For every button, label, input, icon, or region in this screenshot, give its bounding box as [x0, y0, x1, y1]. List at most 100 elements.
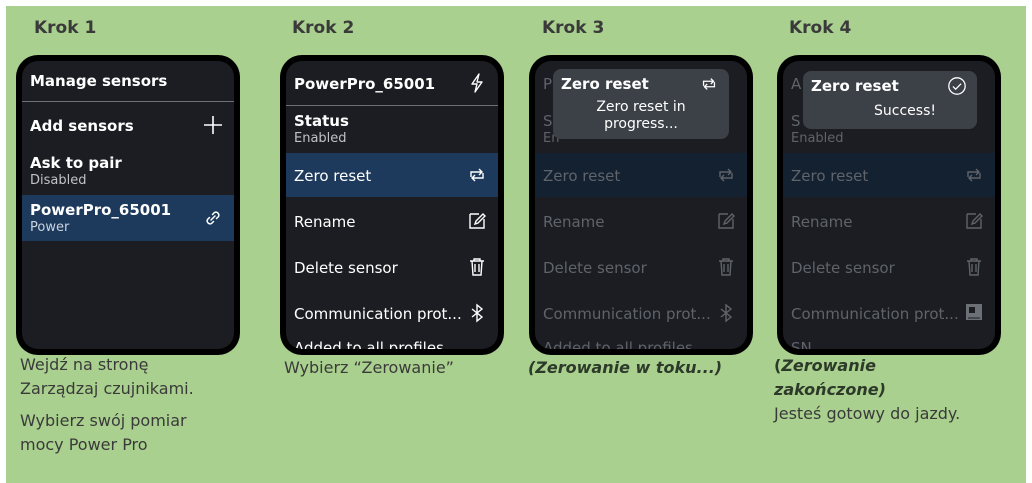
communication-label: Communication prot...	[543, 305, 711, 323]
popup-message-line1: Zero reset in	[596, 99, 686, 115]
rename-item[interactable]: Rename	[286, 199, 498, 243]
zero-reset-success-popup: Zero reset Success!	[803, 71, 977, 129]
sensor-type: Power	[30, 220, 70, 235]
step-1-title: Krok 1	[34, 18, 97, 38]
header-divider	[286, 105, 498, 106]
device-screen-3: P S En Zero reset Rename Delete sensor C…	[529, 55, 753, 355]
zero-reset-item: Zero reset	[783, 153, 995, 197]
add-sensors-label: Add sensors	[30, 117, 134, 135]
trash-icon	[719, 258, 733, 276]
device-screen-4: A S Enabled Zero reset Rename Delete sen…	[777, 55, 1001, 355]
sensor-name: PowerPro_65001	[30, 201, 172, 219]
screen-header: PowerPro_65001	[286, 61, 498, 105]
popup-message-line2: progress...	[604, 116, 678, 132]
delete-sensor-label: Delete sensor	[294, 259, 398, 277]
refresh-icon	[967, 168, 981, 182]
caption-4-line-3: Jesteś gotowy do jazdy.	[774, 404, 961, 423]
edit-icon	[966, 213, 983, 229]
rename-label: Rename	[791, 213, 853, 231]
communication-label: Communication prot...	[791, 305, 959, 323]
delete-sensor-item: Delete sensor	[535, 245, 747, 289]
zero-reset-label: Zero reset	[294, 167, 372, 185]
rename-label: Rename	[543, 213, 605, 231]
caption-4-line-2: zakończone)	[774, 380, 886, 399]
screen-header: Manage sensors	[22, 61, 234, 101]
caption-step-2: Wybierz “Zerowanie”	[284, 358, 454, 377]
header-title: A	[791, 75, 802, 93]
communication-item: Communication prot...	[535, 291, 747, 335]
status-value: Enabled	[791, 131, 844, 146]
caption-1-line-1: Wejdź na stronę	[20, 355, 149, 374]
status-item: Status Enabled	[286, 107, 498, 151]
rename-item: Rename	[535, 199, 747, 243]
header-title: Manage sensors	[30, 72, 168, 90]
ask-to-pair-label: Ask to pair	[30, 154, 122, 172]
communication-label: Communication prot...	[294, 305, 462, 323]
edit-icon	[469, 213, 486, 229]
add-sensors-item[interactable]: Add sensors	[22, 103, 234, 147]
rename-label: Rename	[294, 213, 356, 231]
status-label: S	[543, 112, 553, 130]
delete-sensor-label: Delete sensor	[543, 259, 647, 277]
bluetooth-icon	[720, 303, 733, 323]
popup-title: Zero reset	[561, 75, 649, 93]
refresh-icon	[702, 78, 716, 90]
step-3-title: Krok 3	[542, 18, 605, 38]
popup-message: Success!	[874, 103, 936, 119]
sensor-detail-screen: PowerPro_65001 Status Enabled Zero reset…	[286, 61, 498, 349]
zero-reset-item[interactable]: Zero reset	[286, 153, 498, 197]
added-to-profiles-item: Added to all profiles	[286, 337, 498, 349]
manage-sensors-screen: Manage sensors Add sensors Ask to pair D…	[22, 61, 234, 349]
added-to-profiles-item: Added to all profiles	[535, 337, 747, 349]
plus-icon	[204, 116, 222, 134]
bluetooth-icon	[471, 303, 484, 323]
zero-reset-label: Zero reset	[543, 167, 621, 185]
zero-reset-label: Zero reset	[791, 167, 869, 185]
link-icon	[206, 211, 220, 225]
communication-item: Communication prot...	[783, 291, 995, 335]
zero-reset-progress-popup: Zero reset Zero reset in progress...	[553, 69, 729, 139]
delete-sensor-item[interactable]: Delete sensor	[286, 245, 498, 289]
status-label: S	[791, 112, 801, 130]
check-circle-icon	[948, 77, 966, 95]
device-screen-2: PowerPro_65001 Status Enabled Zero reset…	[280, 55, 504, 355]
communication-item[interactable]: Communication prot...	[286, 291, 498, 335]
sn-label: SN	[791, 339, 812, 349]
status-value: Enabled	[294, 131, 347, 146]
popup-title: Zero reset	[811, 77, 899, 95]
added-label: Added to all profiles	[543, 339, 693, 349]
header-divider	[22, 101, 234, 102]
trash-icon	[470, 258, 484, 276]
caption-step-1: Wejdź na stronę Zarządzaj czujnikami. Wy…	[20, 353, 194, 457]
caption-1-line-2: Zarządzaj czujnikami.	[20, 379, 194, 398]
zero-reset-progress-screen: P S En Zero reset Rename Delete sensor C…	[535, 61, 747, 349]
ask-to-pair-value: Disabled	[30, 173, 87, 188]
page: Krok 1 Krok 2 Krok 3 Krok 4 Manage senso…	[0, 0, 1032, 483]
edit-icon	[718, 213, 735, 229]
status-label: Status	[294, 112, 349, 130]
header-title: P	[543, 75, 553, 93]
caption-1-line-3: Wybierz swój pomiar	[20, 411, 187, 430]
zero-reset-item: Zero reset	[535, 153, 747, 197]
step-2-title: Krok 2	[292, 18, 355, 38]
delete-sensor-label: Delete sensor	[791, 259, 895, 277]
caption-1-line-4: mocy Power Pro	[20, 435, 148, 454]
caption-4-line-1: Zerowanie	[781, 356, 876, 375]
refresh-icon	[719, 168, 733, 182]
caption-step-4: (Zerowanie zakończone) Jesteś gotowy do …	[774, 354, 960, 426]
lightning-icon	[471, 73, 483, 93]
sensor-module-icon	[966, 304, 982, 320]
delete-sensor-item: Delete sensor	[783, 245, 995, 289]
step-4-title: Krok 4	[789, 18, 852, 38]
rename-item: Rename	[783, 199, 995, 243]
ask-to-pair-item[interactable]: Ask to pair Disabled	[22, 149, 234, 193]
trash-icon	[967, 258, 981, 276]
added-label: Added to all profiles	[294, 339, 444, 349]
sensor-item-powerpro[interactable]: PowerPro_65001 Power	[22, 195, 234, 241]
refresh-icon	[470, 168, 484, 182]
zero-reset-success-screen: A S Enabled Zero reset Rename Delete sen…	[783, 61, 995, 349]
device-screen-1: Manage sensors Add sensors Ask to pair D…	[16, 55, 240, 355]
instruction-panel: Krok 1 Krok 2 Krok 3 Krok 4 Manage senso…	[6, 6, 1026, 483]
sn-item: SN	[783, 337, 995, 349]
caption-step-3: (Zerowanie w toku...)	[528, 358, 723, 377]
